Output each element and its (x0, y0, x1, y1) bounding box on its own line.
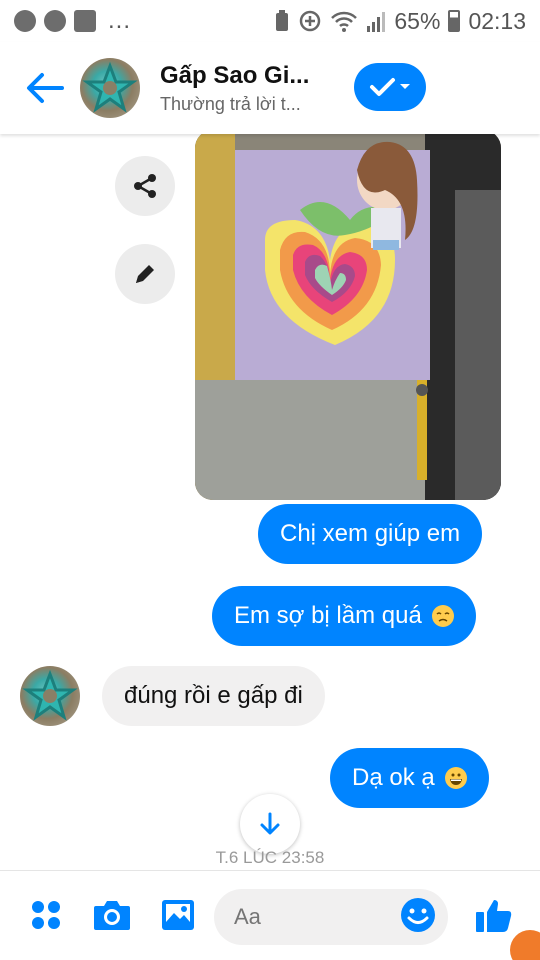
thumbs-up-icon (476, 900, 512, 932)
four-dots-icon (32, 901, 60, 929)
edit-photo-button[interactable] (115, 244, 175, 304)
message-text: Em sợ bị lầm quá (234, 602, 422, 629)
message-input[interactable] (234, 904, 384, 930)
follow-check-button[interactable] (354, 63, 426, 111)
image-notification-icon (74, 10, 96, 32)
message-timestamp: T.6 LÚC 23:58 (215, 848, 325, 867)
conversation-header: Gấp Sao Gi... Thường trả lời t... (0, 42, 540, 134)
camera-icon (94, 901, 130, 930)
messenger-notification-icon (14, 10, 36, 32)
signal-icon (367, 12, 386, 32)
smiley-icon (401, 898, 435, 932)
gallery-button[interactable] (156, 893, 200, 937)
shared-photo[interactable] (195, 134, 501, 500)
pencil-icon (136, 265, 154, 283)
data-saver-icon (300, 10, 321, 32)
outgoing-message[interactable]: Dạ ok ạ (330, 748, 489, 808)
battery-percentage: 65% (394, 7, 441, 34)
message-text: Chị xem giúp em (280, 520, 461, 547)
wifi-icon (331, 11, 358, 32)
disappointed-face-icon (431, 605, 454, 627)
more-notifications-indicator: ... (108, 7, 132, 34)
photo-content (195, 134, 501, 500)
contact-status: Thường trả lời t... (160, 93, 301, 114)
more-actions-button[interactable] (24, 893, 68, 937)
outgoing-message[interactable]: Chị xem giúp em (258, 504, 483, 564)
back-button[interactable] (10, 42, 80, 134)
dropdown-caret-icon (400, 84, 410, 89)
star-avatar-image (82, 61, 138, 113)
emoji-button[interactable] (396, 893, 440, 937)
scroll-to-bottom-button[interactable] (240, 794, 300, 854)
battery-icon (448, 10, 461, 32)
sender-avatar[interactable] (20, 666, 80, 726)
message-list[interactable]: Chị xem giúp em Em sợ bị lầm quá đúng rồ… (0, 134, 540, 870)
status-bar: ... 65% 02:13 (0, 0, 540, 42)
message-text: đúng rồi e gấp đi (124, 682, 303, 709)
contact-avatar[interactable] (80, 58, 140, 118)
message-composer (0, 870, 540, 960)
contact-info[interactable]: Gấp Sao Gi... Thường trả lời t... (160, 62, 330, 115)
share-icon (134, 174, 156, 198)
share-photo-button[interactable] (115, 156, 175, 216)
grinning-face-icon (444, 767, 467, 789)
clock: 02:13 (468, 7, 526, 34)
arrow-down-icon (260, 812, 280, 835)
contact-name: Gấp Sao Gi... (160, 61, 310, 89)
back-arrow-icon (27, 73, 64, 103)
like-button[interactable] (472, 893, 516, 937)
battery-saver-icon (276, 10, 289, 31)
messenger-screen: ... 65% 02:13 Gấp Sao Gi... Thường trả l… (0, 0, 540, 960)
messenger-notification-icon (44, 10, 66, 32)
message-text: Dạ ok ạ (352, 764, 435, 791)
incoming-message[interactable]: đúng rồi e gấp đi (102, 666, 325, 726)
star-avatar-image (22, 669, 78, 721)
image-icon (162, 900, 194, 930)
camera-button[interactable] (90, 893, 134, 937)
checkmark-icon (370, 78, 395, 96)
outgoing-message[interactable]: Em sợ bị lầm quá (212, 586, 476, 646)
